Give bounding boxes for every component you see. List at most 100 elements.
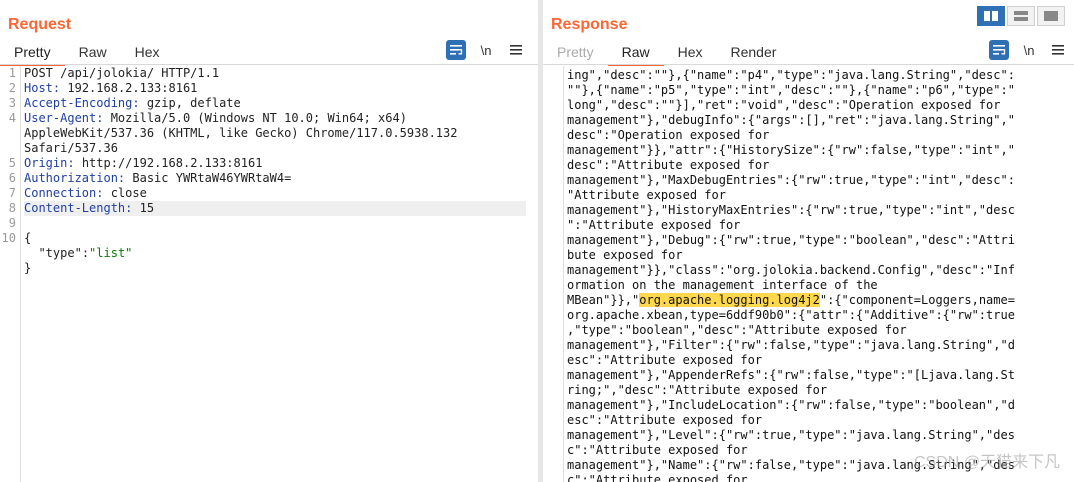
response-line: "Attribute exposed for	[567, 188, 726, 202]
header-name: Content-Length	[24, 201, 126, 215]
response-line: esc":"Attribute exposed for	[567, 413, 763, 427]
response-line-highlighted: MBean"}},"org.apache.logging.log4j2":{"c…	[567, 293, 1064, 308]
response-line: long","desc":""}],"ret":"void","desc":"O…	[567, 98, 1001, 112]
header-line: Connection: close	[24, 186, 147, 200]
response-text: MBean"}},"	[567, 293, 640, 307]
header-line: User-Agent: Mozilla/5.0 (Windows NT 10.0…	[24, 111, 407, 125]
response-line: ":"Attribute exposed for	[567, 218, 741, 232]
response-line: ring;","desc":"Attribute exposed for	[567, 383, 828, 397]
wrap-icon[interactable]	[446, 40, 466, 60]
response-editor[interactable]: ing","desc":""},{"name":"p4","type":"jav…	[567, 68, 1064, 482]
line-number: 10	[1, 231, 16, 245]
header-value: Mozilla/5.0 (Windows NT 10.0; Win64; x64…	[103, 111, 407, 125]
header-continuation: AppleWebKit/537.36 (KHTML, like Gecko) C…	[24, 126, 458, 140]
wrap-icon[interactable]	[989, 40, 1009, 60]
header-continuation: Safari/537.36	[24, 141, 118, 155]
hamburger-icon[interactable]	[506, 40, 526, 60]
line-number: 2	[8, 81, 16, 95]
tab-raw[interactable]: Raw	[65, 42, 121, 64]
request-pane: Request Pretty Raw Hex \n 1 2 3 4 5 6 7 …	[0, 0, 538, 482]
response-line: management"},"Debug":{"rw":true,"type":"…	[567, 233, 1015, 247]
horizontal-layout-button[interactable]	[1007, 6, 1035, 26]
hamburger-icon[interactable]	[1048, 40, 1068, 60]
line-number: 6	[8, 171, 16, 185]
line-number: 9	[8, 216, 16, 230]
header-value: 15	[132, 201, 155, 215]
header-name: Origin	[24, 156, 68, 170]
header-line: Origin: http://192.168.2.133:8161	[24, 156, 263, 170]
response-line: ormation on the management interface of …	[567, 278, 878, 292]
tab-render[interactable]: Render	[717, 42, 791, 64]
header-value: gzip, deflate	[139, 96, 241, 110]
request-editor[interactable]: 1 2 3 4 5 6 7 8 9 10 POST /api/jolokia/ …	[0, 66, 538, 482]
header-line: Accept-Encoding: gzip, deflate	[24, 96, 241, 110]
tab-divider	[0, 64, 538, 65]
tab-pretty[interactable]: Pretty	[543, 42, 608, 64]
line-number: 1	[8, 66, 16, 80]
response-pane: Response Pretty Raw Hex Render \n ing","…	[543, 0, 1074, 482]
tabbed-layout-button[interactable]	[1037, 6, 1065, 26]
json-open-brace: {	[24, 231, 32, 245]
newline-toggle-button[interactable]: \n	[476, 40, 496, 60]
header-name: Connection	[24, 186, 97, 200]
header-name: Accept-Encoding	[24, 96, 133, 110]
request-title: Request	[8, 16, 72, 33]
side-by-side-layout-button[interactable]	[977, 6, 1005, 26]
response-line: management"}},"attr":{"HistorySize":{"rw…	[567, 143, 1015, 157]
response-line: ""},{"name":"p5","type":"int","desc":""}…	[567, 83, 1015, 97]
newline-toggle-button[interactable]: \n	[1019, 40, 1039, 60]
response-line: desc":"Attribute exposed for	[567, 158, 770, 172]
line-number-gutter	[563, 66, 564, 482]
line-number: 7	[8, 186, 16, 200]
tab-pretty[interactable]: Pretty	[0, 42, 65, 66]
response-tabs: Pretty Raw Hex Render	[543, 42, 791, 66]
header-name: Host	[24, 81, 53, 95]
search-highlight: org.apache.logging.log4j2	[639, 293, 820, 307]
line-number	[0, 141, 20, 156]
response-line: management"},"debugInfo":{"args":[],"ret…	[567, 113, 1015, 127]
line-number	[0, 126, 20, 141]
line-number: 3	[8, 96, 16, 110]
header-name: User-Agent	[24, 111, 97, 125]
header-line: Content-Length: 15	[24, 201, 526, 216]
line-number: 8	[8, 201, 16, 215]
response-line: management"},"MaxDebugEntries":{"rw":tru…	[567, 173, 1015, 187]
response-line: management"},"Filter":{"rw":false,"type"…	[567, 338, 1015, 352]
header-value: http://192.168.2.133:8161	[74, 156, 263, 170]
tab-raw[interactable]: Raw	[607, 42, 664, 66]
tab-hex[interactable]: Hex	[121, 42, 174, 64]
tab-divider	[543, 64, 1074, 65]
response-line: management"},"Level":{"rw":true,"type":"…	[567, 428, 1015, 442]
layout-toggle	[977, 6, 1065, 26]
response-line: org.apache.xbean,type=6ddf90b0":{"attr":…	[567, 308, 1015, 322]
header-line: Authorization: Basic YWRtaW46YWRtaW4=	[24, 171, 292, 185]
response-line: management"},"AppenderRefs":{"rw":false,…	[567, 368, 1015, 382]
json-line: "type":"list"	[38, 246, 133, 260]
header-name: Authorization	[24, 171, 118, 185]
line-number: 4	[8, 111, 16, 125]
response-line: esc":"Attribute exposed for	[567, 353, 763, 367]
request-code: POST /api/jolokia/ HTTP/1.1 Host: 192.16…	[24, 66, 526, 276]
tab-hex[interactable]: Hex	[664, 42, 717, 64]
header-value: 192.168.2.133:8161	[60, 81, 198, 95]
header-line: Host: 192.168.2.133:8161	[24, 81, 198, 95]
json-close-brace: }	[24, 261, 32, 275]
response-line: c":"Attribute exposed for	[567, 473, 748, 482]
line-number-gutter: 1 2 3 4 5 6 7 8 9 10	[0, 66, 21, 482]
response-line: desc":"Operation exposed for	[567, 128, 770, 142]
response-line: ing","desc":""},{"name":"p4","type":"jav…	[567, 68, 1015, 82]
response-line: management"},"IncludeLocation":{"rw":fal…	[567, 398, 1015, 412]
response-line: management"}},"class":"org.jolokia.backe…	[567, 263, 1015, 277]
response-text: ":{"component=Loggers,name=	[819, 293, 1015, 307]
response-line: ,"type":"boolean","desc":"Attribute expo…	[567, 323, 907, 337]
request-tabs: Pretty Raw Hex	[0, 42, 174, 66]
request-line: POST /api/jolokia/ HTTP/1.1	[24, 66, 220, 80]
header-value: close	[103, 186, 147, 200]
response-line: management"},"HistoryMaxEntries":{"rw":t…	[567, 203, 1015, 217]
json-key: "type"	[38, 246, 82, 260]
line-number: 5	[8, 156, 16, 170]
header-value: Basic YWRtaW46YWRtaW4=	[125, 171, 292, 185]
json-value: "list"	[89, 246, 133, 260]
response-title: Response	[551, 16, 628, 33]
